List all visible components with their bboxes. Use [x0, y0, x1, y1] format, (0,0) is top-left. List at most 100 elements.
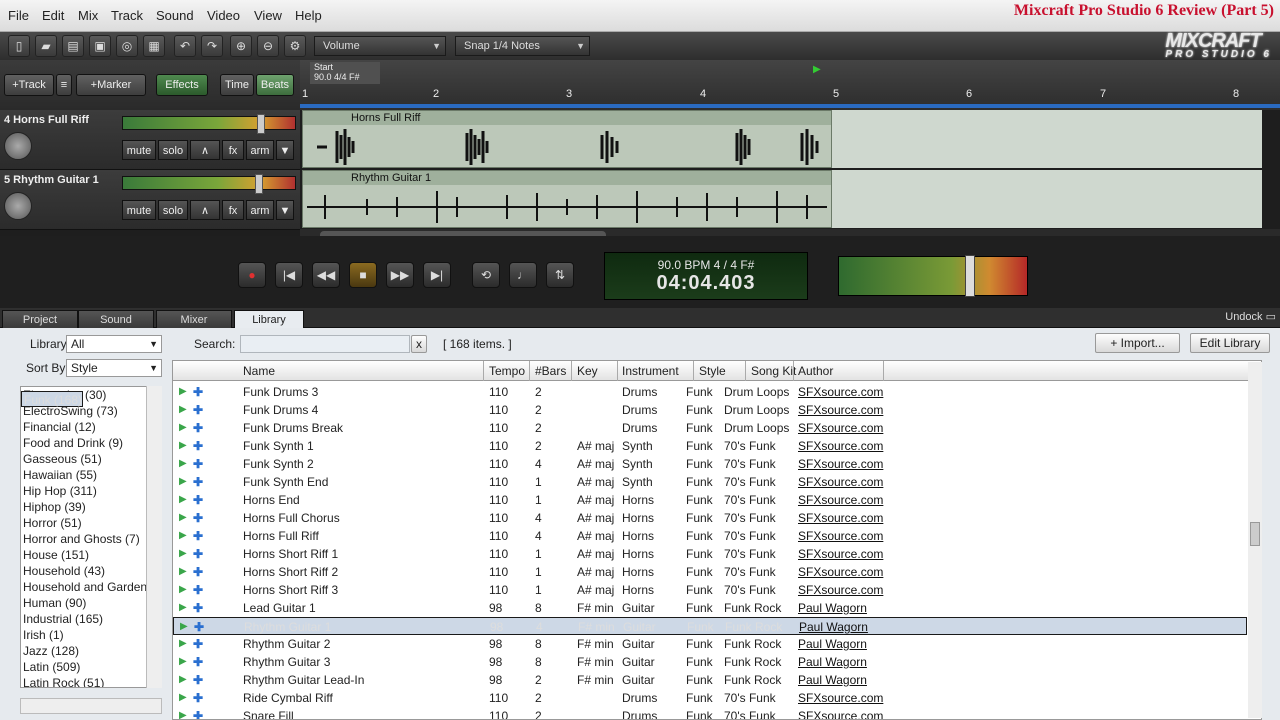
add-to-project-icon[interactable]: ✚ — [193, 437, 203, 455]
menu-edit[interactable]: Edit — [42, 8, 64, 23]
category-item[interactable]: Gasseous (51) — [21, 451, 161, 467]
add-to-project-icon[interactable]: ✚ — [193, 491, 203, 509]
table-row[interactable]: ▶ ✚ Funk Drums 3 110 2 Drums Funk Drum Loops SFX… — [173, 383, 1247, 401]
row-author[interactable]: SFXsource.com — [798, 689, 883, 707]
mute-button[interactable]: mute — [122, 200, 156, 220]
cd-icon[interactable]: ◎ — [116, 35, 138, 57]
table-scrollbar[interactable] — [1248, 362, 1262, 718]
menu-video[interactable]: Video — [207, 8, 240, 23]
arm-button[interactable]: arm — [246, 140, 274, 160]
add-to-project-icon[interactable]: ✚ — [193, 455, 203, 473]
table-row[interactable]: ▶ ✚ Funk Synth End 110 1 A# maj Synth Funk 70's … — [173, 473, 1247, 491]
redo-icon[interactable]: ↷ — [201, 35, 223, 57]
skip-end-icon[interactable]: ▶| — [423, 262, 451, 288]
row-author[interactable]: SFXsource.com — [798, 455, 883, 473]
table-row[interactable]: ▶ ✚ Horns Short Riff 2 110 1 A# maj Horns Funk 7… — [173, 563, 1247, 581]
automation-icon[interactable]: ∧ — [190, 140, 220, 160]
add-to-project-icon[interactable]: ✚ — [193, 707, 203, 719]
preview-play-icon[interactable]: ▶ — [179, 473, 187, 491]
table-row[interactable]: ▶ ✚ Rhythm Guitar 2 98 8 F# min Guitar Funk Funk… — [173, 635, 1247, 653]
preview-play-icon[interactable]: ▶ — [179, 527, 187, 545]
add-track-button[interactable]: +Track — [4, 74, 54, 96]
punch-icon[interactable]: ⇅ — [546, 262, 574, 288]
add-to-project-icon[interactable]: ✚ — [193, 419, 203, 437]
column-key[interactable]: Key — [577, 364, 598, 378]
table-row[interactable]: ▶ ✚ Horns Full Riff 110 4 A# maj Horns Funk 70's… — [173, 527, 1247, 545]
snap-select[interactable]: Snap 1/4 Notes ▼ — [455, 36, 590, 56]
zoom-in-icon[interactable]: ⊕ — [230, 35, 252, 57]
category-item[interactable]: Latin (509) — [21, 659, 161, 675]
add-to-project-icon[interactable]: ✚ — [194, 618, 204, 636]
menu-file[interactable]: File — [8, 8, 29, 23]
category-item[interactable]: Horror and Ghosts (7) — [21, 531, 161, 547]
table-row[interactable]: ▶ ✚ Rhythm Guitar 3 98 8 F# min Guitar Funk Funk… — [173, 653, 1247, 671]
table-row[interactable]: ▶ ✚ Lead Guitar 1 98 8 F# min Guitar Funk Funk R… — [173, 599, 1247, 617]
row-author[interactable]: SFXsource.com — [798, 707, 883, 719]
row-author[interactable]: SFXsource.com — [798, 437, 883, 455]
beats-button[interactable]: Beats — [256, 74, 294, 96]
preview-play-icon[interactable]: ▶ — [179, 455, 187, 473]
add-marker-button[interactable]: +Marker — [76, 74, 146, 96]
metronome-icon[interactable]: ♩ — [509, 262, 537, 288]
effects-button[interactable]: Effects — [156, 74, 208, 96]
category-item[interactable]: Industrial (165) — [21, 611, 161, 627]
table-row[interactable]: ▶ ✚ Horns Full Chorus 110 4 A# maj Horns Funk 70… — [173, 509, 1247, 527]
row-author[interactable]: SFXsource.com — [798, 491, 883, 509]
tab-mixer[interactable]: Mixer — [156, 310, 232, 328]
preview-play-icon[interactable]: ▶ — [179, 419, 187, 437]
arm-button[interactable]: arm — [246, 200, 274, 220]
tab-library[interactable]: Library — [234, 310, 304, 328]
column-bars[interactable]: #Bars — [535, 364, 566, 378]
open-folder-icon[interactable]: ▰ — [35, 35, 57, 57]
table-row[interactable]: ▶ ✚ Funk Drums 4 110 2 Drums Funk Drum Loops SFX… — [173, 401, 1247, 419]
add-to-project-icon[interactable]: ✚ — [193, 671, 203, 689]
preview-play-icon[interactable]: ▶ — [179, 437, 187, 455]
tab-project[interactable]: Project — [2, 310, 78, 328]
add-to-project-icon[interactable]: ✚ — [193, 509, 203, 527]
category-item[interactable]: Funk (168) — [21, 391, 84, 407]
table-row[interactable]: ▶ ✚ Funk Drums Break 110 2 Drums Funk Drum Loop… — [173, 419, 1247, 437]
add-to-project-icon[interactable]: ✚ — [193, 527, 203, 545]
preview-play-icon[interactable]: ▶ — [179, 509, 187, 527]
add-to-project-icon[interactable]: ✚ — [193, 653, 203, 671]
automation-icon[interactable]: ∧ — [190, 200, 220, 220]
volume-slider[interactable] — [122, 114, 296, 134]
slider-thumb[interactable] — [965, 255, 975, 297]
add-to-project-icon[interactable]: ✚ — [193, 689, 203, 707]
master-volume-slider[interactable] — [838, 255, 1028, 297]
add-to-project-icon[interactable]: ✚ — [193, 383, 203, 401]
tab-sound[interactable]: Sound — [78, 310, 154, 328]
preview-play-icon[interactable]: ▶ — [179, 563, 187, 581]
category-hscrollbar[interactable] — [20, 698, 162, 714]
fast-forward-icon[interactable]: ▶▶ — [386, 262, 414, 288]
category-item[interactable]: Irish (1) — [21, 627, 161, 643]
row-author[interactable]: SFXsource.com — [798, 563, 883, 581]
loop-icon[interactable]: ⟲ — [472, 262, 500, 288]
row-author[interactable]: Paul Wagorn — [798, 635, 867, 653]
category-item[interactable]: Jazz (128) — [21, 643, 161, 659]
add-to-project-icon[interactable]: ✚ — [193, 473, 203, 491]
settings-icon[interactable]: ⚙ — [284, 35, 306, 57]
table-row[interactable]: ▶ ✚ Ride Cymbal Riff 110 2 Drums Funk 70's Funk… — [173, 689, 1247, 707]
preview-play-icon[interactable]: ▶ — [179, 635, 187, 653]
library-select[interactable]: All ▼ — [66, 335, 162, 353]
zoom-out-icon[interactable]: ⊖ — [257, 35, 279, 57]
category-item[interactable]: Human (90) — [21, 595, 161, 611]
menu-mix[interactable]: Mix — [78, 8, 98, 23]
table-row[interactable]: ▶ ✚ Rhythm Guitar 1 98 4 F# min Guitar Funk Funk… — [173, 617, 1247, 635]
skip-start-icon[interactable]: |◀ — [275, 262, 303, 288]
row-author[interactable]: SFXsource.com — [798, 527, 883, 545]
table-row[interactable]: ▶ ✚ Horns End 110 1 A# maj Horns Funk 70's Funk S… — [173, 491, 1247, 509]
row-author[interactable]: SFXsource.com — [798, 509, 883, 527]
column-tempo[interactable]: Tempo — [489, 364, 525, 378]
column-instrument[interactable]: Instrument — [622, 364, 679, 378]
menu-sound[interactable]: Sound — [156, 8, 194, 23]
row-author[interactable]: SFXsource.com — [798, 419, 883, 437]
preview-play-icon[interactable]: ▶ — [179, 653, 187, 671]
category-item[interactable]: Hiphop (39) — [21, 499, 161, 515]
preview-play-icon[interactable]: ▶ — [179, 545, 187, 563]
category-item[interactable]: Household (43) — [21, 563, 161, 579]
mute-button[interactable]: mute — [122, 140, 156, 160]
row-author[interactable]: Paul Wagorn — [798, 599, 867, 617]
table-row[interactable]: ▶ ✚ Horns Short Riff 1 110 1 A# maj Horns Funk 7… — [173, 545, 1247, 563]
